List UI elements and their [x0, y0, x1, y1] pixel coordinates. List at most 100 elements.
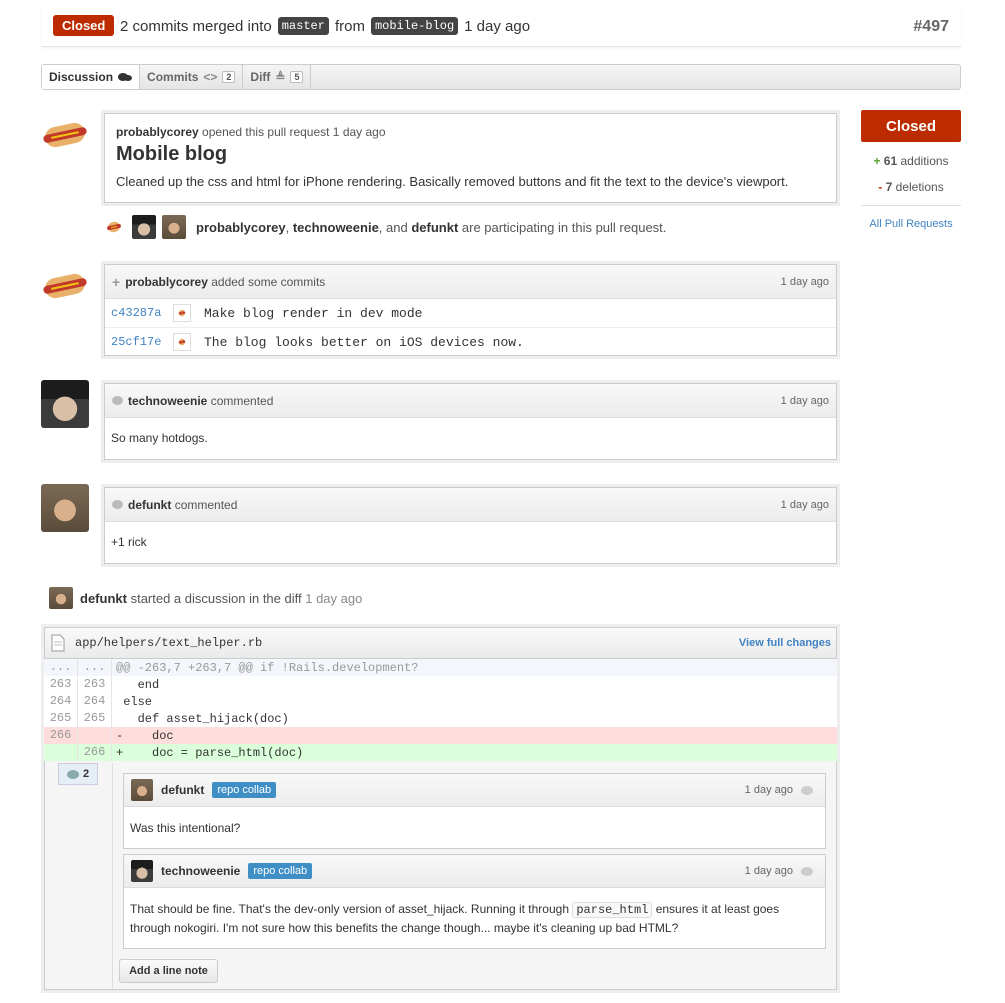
diff-table: ...... @@ -263,7 +263,7 @@ if !Rails.deve… [44, 659, 837, 761]
line-number-new: ... [78, 659, 112, 676]
comment-body: So many hotdogs. [111, 431, 208, 445]
tab-diff[interactable]: Diff ≜ 5 [243, 65, 312, 89]
note-time: 1 day ago [744, 784, 793, 796]
line-note: technoweenie repo collab 1 day ago That … [123, 854, 826, 949]
avatar[interactable] [132, 215, 156, 239]
pr-tabs: Discussion Commits <> 2 Diff ≜ 5 [41, 64, 961, 90]
avatar[interactable] [173, 333, 191, 351]
avatar[interactable] [173, 304, 191, 322]
sidebar-divider [861, 205, 961, 206]
plus-sign: + [873, 154, 881, 168]
commits-count: 2 [222, 71, 236, 83]
line-number-new: 264 [78, 693, 112, 710]
separator: , and [378, 219, 412, 235]
code-icon: <> [203, 70, 218, 84]
avatar[interactable] [162, 215, 186, 239]
comment-header: defunkt commented 1 day ago [105, 488, 836, 522]
discussion-icon [118, 73, 133, 81]
line-number-old: 263 [44, 676, 78, 693]
tab-label: Commits [147, 70, 199, 84]
diff-row: 265 265 def asset_hijack(doc) [44, 710, 837, 727]
file-icon [51, 634, 65, 652]
diff-add-row: 266 + doc = parse_html(doc) [44, 744, 837, 761]
note-time: 1 day ago [744, 865, 793, 877]
view-full-changes-link[interactable]: View full changes [739, 637, 831, 649]
pr-body: Cleaned up the css and html for iPhone r… [116, 174, 789, 189]
file-path[interactable]: app/helpers/text_helper.rb [75, 636, 262, 650]
comment-time: 1 day ago [780, 498, 829, 511]
note-header: defunkt repo collab 1 day ago [124, 774, 825, 807]
commits-action: added some commits [211, 274, 326, 289]
tab-label: Diff [250, 70, 271, 84]
closed-status-button: Closed [861, 110, 961, 142]
diff-row: 264 264 else [44, 693, 837, 710]
avatar[interactable] [102, 215, 126, 239]
note-text: That should be fine. That's the dev-only… [130, 902, 573, 916]
diff-count: 5 [290, 71, 304, 83]
tab-label: Discussion [49, 70, 114, 84]
deletions-count: 7 [885, 180, 893, 194]
participant-link[interactable]: technoweenie [293, 220, 379, 235]
line-number-old: 265 [44, 710, 78, 727]
note-count[interactable]: 2 [58, 763, 98, 785]
base-branch[interactable]: master [277, 17, 329, 35]
avatar[interactable] [41, 380, 89, 428]
line-number-new: 266 [78, 744, 112, 761]
line-number-new: 263 [78, 676, 112, 693]
commits-text: 2 commits merged into [120, 17, 272, 35]
pr-number: #497 [913, 18, 949, 35]
reply-icon[interactable] [801, 785, 813, 795]
avatar[interactable] [131, 860, 153, 882]
participant-link[interactable]: probablycorey [196, 220, 286, 235]
head-branch[interactable]: mobile-blog [370, 17, 459, 35]
minus-sign: - [878, 180, 883, 194]
commit-message[interactable]: Make blog render in dev mode [204, 306, 422, 321]
commits-header: + probablycorey added some commits 1 day a… [105, 265, 836, 299]
plus-icon: + [112, 273, 121, 290]
tab-discussion[interactable]: Discussion [42, 65, 141, 89]
commits-box: + probablycorey added some commits 1 day a… [104, 264, 837, 356]
opened-action: opened this pull request 1 day ago [202, 125, 386, 139]
author-link[interactable]: technoweenie [128, 394, 207, 408]
comment-time: 1 day ago [780, 394, 829, 407]
commit-row: 25cf17e The blog looks better on iOS dev… [105, 328, 836, 356]
all-pull-requests-link[interactable]: All Pull Requests [861, 218, 961, 230]
line-number-old: 264 [44, 693, 78, 710]
diff-line: @@ -263,7 +263,7 @@ if !Rails.developmen… [116, 660, 419, 675]
commit-message[interactable]: The blog looks better on iOS devices now… [204, 335, 524, 350]
author-link[interactable]: probablycorey [125, 275, 208, 289]
file-header: app/helpers/text_helper.rb View full cha… [45, 628, 836, 659]
participant-link[interactable]: defunkt [411, 220, 458, 235]
author-link[interactable]: defunkt [128, 498, 171, 512]
page-title: Mobile blog [116, 143, 228, 165]
deletions-stat: - 7 deletions [861, 180, 961, 194]
avatar[interactable] [41, 266, 89, 306]
avatar[interactable] [41, 484, 89, 532]
hotdog-icon [43, 272, 87, 300]
author-link[interactable]: probablycorey [116, 125, 199, 139]
line-number-old [44, 744, 78, 761]
hotdog-icon [178, 338, 186, 346]
commit-row: c43287a Make blog render in dev mode [105, 299, 836, 328]
diff-row: 263 263 end [44, 676, 837, 693]
status-badge: Closed [53, 15, 115, 36]
author-link[interactable]: technoweenie [161, 864, 240, 878]
line-note: defunkt repo collab 1 day ago Was this i… [123, 773, 826, 849]
author-link[interactable]: defunkt [80, 591, 127, 606]
reply-icon[interactable] [801, 866, 813, 876]
discussion-meta: defunkt started a discussion in the diff… [49, 587, 362, 609]
add-line-note-button[interactable]: Add a line note [119, 959, 218, 983]
tab-commits[interactable]: Commits <> 2 [140, 65, 244, 89]
collab-badge: repo collab [248, 863, 313, 879]
avatar[interactable] [49, 587, 73, 609]
commit-sha[interactable]: c43287a [111, 306, 173, 320]
from-text: from [334, 17, 365, 35]
avatar[interactable] [131, 779, 153, 801]
commit-sha[interactable]: 25cf17e [111, 335, 173, 349]
author-link[interactable]: defunkt [161, 783, 204, 797]
hotdog-icon [43, 121, 87, 149]
comment-icon [66, 769, 79, 779]
avatar[interactable] [41, 115, 89, 155]
note-header: technoweenie repo collab 1 day ago [124, 855, 825, 888]
diff-hunk-row: ...... @@ -263,7 +263,7 @@ if !Rails.deve… [44, 659, 837, 676]
